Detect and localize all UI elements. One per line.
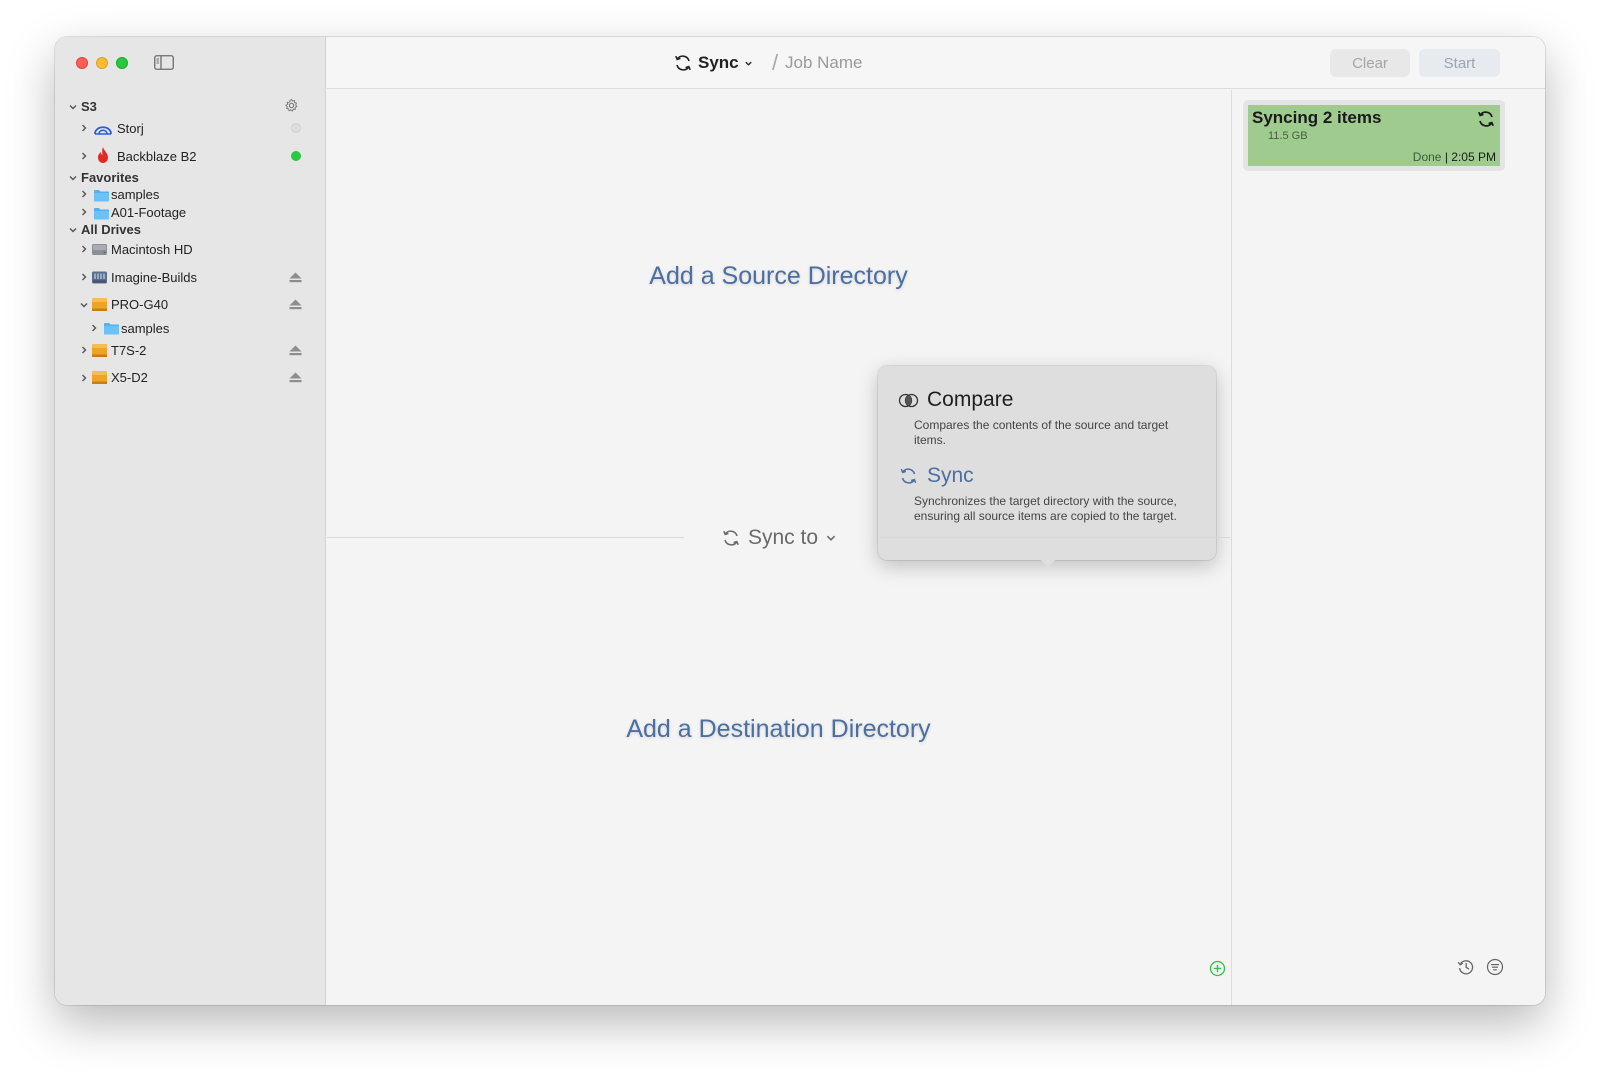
- chevron-right-icon[interactable]: [79, 272, 89, 282]
- chevron-right-icon[interactable]: [79, 189, 89, 199]
- sync-icon: [675, 55, 691, 71]
- divider: [881, 537, 1230, 538]
- status-dot-offline: [291, 123, 301, 133]
- add-circle-icon[interactable]: [1209, 960, 1226, 977]
- sidebar-toggle-icon[interactable]: [154, 55, 174, 70]
- zoom-window-button[interactable]: [116, 57, 128, 69]
- sidebar-item-label: Imagine-Builds: [111, 270, 197, 285]
- popover-item-compare[interactable]: Compare Compares the contents of the sou…: [898, 388, 1198, 448]
- mode-popover: Compare Compares the contents of the sou…: [878, 366, 1216, 568]
- gear-icon[interactable]: [284, 98, 299, 113]
- mode-selector[interactable]: Sync: [673, 51, 753, 75]
- eject-icon[interactable]: [289, 372, 302, 383]
- sidebar-item-label: A01-Footage: [111, 205, 187, 220]
- sidebar: S3 Storj Backblaze B2 Favorites samples …: [55, 37, 326, 1005]
- eject-icon[interactable]: [289, 345, 302, 356]
- chevron-down-icon[interactable]: [68, 173, 78, 183]
- add-source-directory-button[interactable]: Add a Source Directory: [327, 262, 1230, 291]
- clear-button[interactable]: Clear: [1330, 49, 1410, 77]
- sidebar-section-label: Favorites: [81, 170, 139, 185]
- add-destination-directory-button[interactable]: Add a Destination Directory: [327, 715, 1230, 744]
- sidebar-item-label: Backblaze B2: [117, 149, 197, 164]
- job-size: 11.5 GB: [1268, 130, 1308, 142]
- chevron-down-icon[interactable]: [79, 300, 89, 310]
- folder-icon: [94, 208, 109, 220]
- filter-icon[interactable]: [1486, 958, 1504, 976]
- job-time: 2:05 PM: [1451, 150, 1496, 164]
- sidebar-item-label: Macintosh HD: [111, 242, 193, 257]
- job-status: Done: [1412, 150, 1442, 164]
- chevron-right-icon[interactable]: [79, 244, 89, 254]
- minimize-window-button[interactable]: [96, 57, 108, 69]
- status-dot-online: [291, 151, 301, 161]
- chevron-right-icon[interactable]: [89, 323, 99, 333]
- job-status-separator: |: [1444, 150, 1448, 164]
- history-icon[interactable]: [1457, 958, 1475, 976]
- chevron-right-icon[interactable]: [79, 345, 89, 355]
- compare-icon: [898, 393, 919, 407]
- popover-item-sync[interactable]: Sync Synchronizes the target directory w…: [898, 464, 1198, 524]
- chevron-right-icon[interactable]: [79, 373, 89, 383]
- sidebar-section-label: S3: [81, 99, 97, 114]
- network-drive-icon: [92, 271, 107, 284]
- job-title: Syncing 2 items: [1252, 108, 1382, 127]
- eject-icon[interactable]: [289, 272, 302, 283]
- toolbar: Sync / Clear Start: [327, 37, 1545, 89]
- eject-icon[interactable]: [289, 299, 302, 310]
- sync-icon: [723, 530, 739, 546]
- external-drive-icon: [92, 344, 107, 357]
- app-window: S3 Storj Backblaze B2 Favorites samples …: [55, 37, 1545, 1005]
- popover-item-description: Compares the contents of the source and …: [914, 418, 1169, 447]
- backblaze-flame-icon: [98, 147, 108, 163]
- sync-to-selector[interactable]: Sync to: [721, 525, 837, 551]
- sidebar-item-label: T7S-2: [111, 343, 147, 358]
- sidebar-section-label: All Drives: [81, 222, 141, 237]
- sync-to-label: Sync to: [748, 526, 819, 549]
- popover-item-title: Compare: [927, 388, 1014, 411]
- job-card[interactable]: Syncing 2 items 11.5 GB Done | 2:05 PM: [1243, 100, 1505, 171]
- job-name-input[interactable]: [785, 50, 1005, 76]
- sidebar-item-label: X5-D2: [111, 370, 148, 385]
- close-window-button[interactable]: [76, 57, 88, 69]
- popover-item-title: Sync: [927, 464, 974, 487]
- popover-arrow: [1039, 558, 1057, 568]
- sidebar-item-label: samples: [121, 321, 170, 336]
- chevron-right-icon[interactable]: [79, 123, 89, 133]
- storj-icon: [94, 126, 112, 135]
- main-pane: Add a Source Directory Compare Compares …: [327, 90, 1230, 1005]
- chevron-down-icon: [744, 61, 752, 66]
- jobs-panel: Syncing 2 items 11.5 GB Done | 2:05 PM: [1231, 90, 1545, 1005]
- job-status-line: Done | 2:05 PM: [1413, 150, 1496, 164]
- title-separator: /: [772, 50, 779, 75]
- chevron-down-icon[interactable]: [68, 102, 78, 112]
- sidebar-item-label: samples: [111, 187, 160, 202]
- divider: [327, 537, 684, 538]
- start-button[interactable]: Start: [1419, 49, 1500, 77]
- chevron-right-icon[interactable]: [79, 207, 89, 217]
- chevron-down-icon: [826, 535, 836, 541]
- folder-icon: [94, 190, 109, 202]
- sync-icon: [1478, 111, 1494, 127]
- popover-item-description: Synchronizes the target directory with t…: [914, 494, 1177, 523]
- folder-icon: [104, 323, 119, 335]
- external-drive-icon: [92, 298, 107, 311]
- chevron-right-icon[interactable]: [79, 151, 89, 161]
- sidebar-item-label: PRO-G40: [111, 297, 169, 312]
- chevron-down-icon[interactable]: [68, 225, 78, 235]
- sidebar-item-label: Storj: [117, 121, 144, 136]
- mode-label: Sync: [698, 53, 739, 72]
- external-drive-icon: [92, 371, 107, 384]
- internal-drive-icon: [92, 244, 107, 255]
- sync-icon: [900, 468, 917, 484]
